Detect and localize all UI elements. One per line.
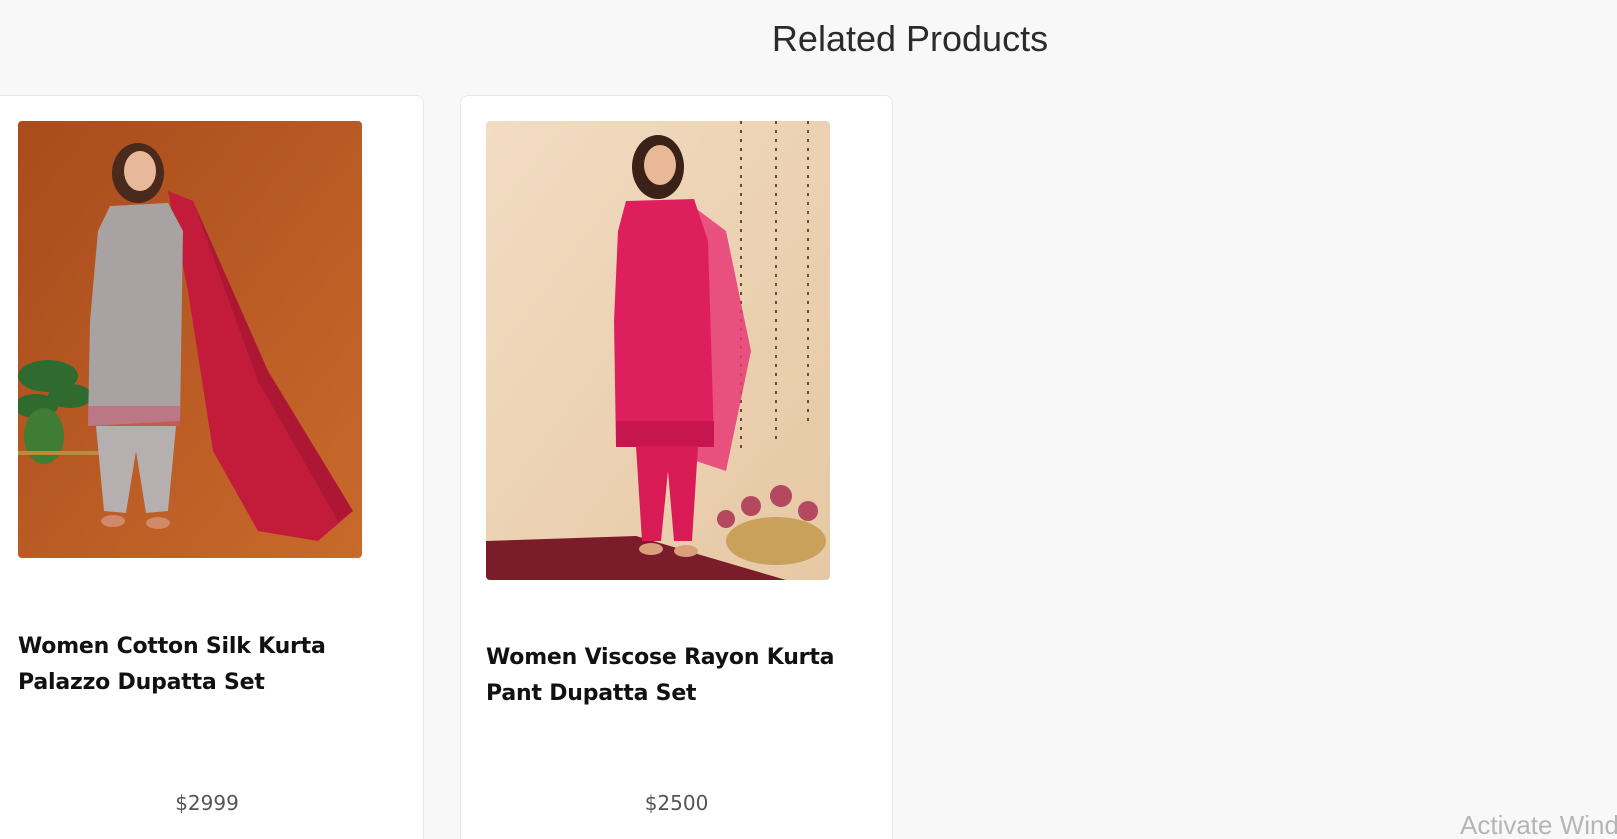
product-price: $2999 <box>175 791 239 815</box>
product-price: $2500 <box>644 791 709 815</box>
product-title[interactable]: Women Viscose Rayon Kurta Pant Dupatta S… <box>486 640 876 712</box>
page: Related Products Women Cotton Silk Kurta… <box>0 0 1617 839</box>
product-card[interactable]: Women Viscose Rayon Kurta Pant Dupatta S… <box>460 95 893 839</box>
activate-windows-watermark: Activate Windows <box>1460 810 1617 839</box>
section-title: Related Products <box>771 18 1049 59</box>
product-card[interactable]: Women Cotton Silk Kurta Palazzo Dupatta … <box>0 95 424 839</box>
product-title[interactable]: Women Cotton Silk Kurta Palazzo Dupatta … <box>18 629 408 701</box>
product-image[interactable] <box>18 121 362 558</box>
product-image[interactable] <box>486 121 830 580</box>
